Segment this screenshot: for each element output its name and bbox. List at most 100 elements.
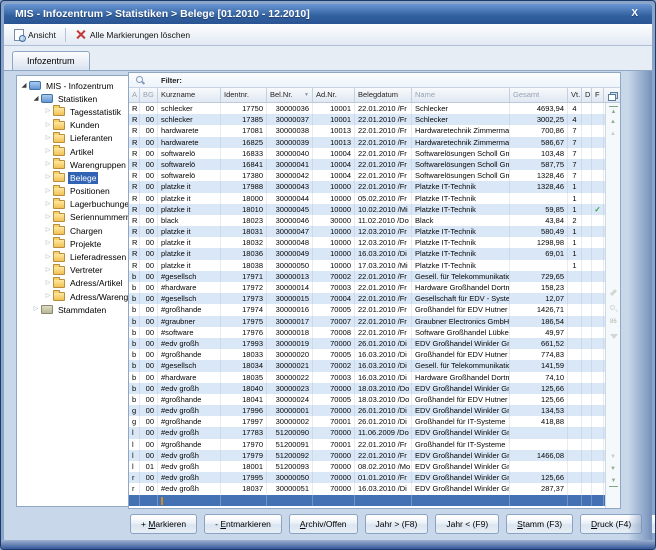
entmarkieren-button[interactable]: - Entmarkieren	[204, 514, 282, 534]
search-icon[interactable]	[610, 305, 615, 310]
collapsed-expander-icon[interactable]: ▷	[43, 277, 53, 290]
filter-funnel-icon[interactable]	[610, 334, 618, 339]
collapsed-expander-icon[interactable]: ▷	[43, 198, 53, 211]
column-header-a[interactable]: A	[129, 88, 140, 102]
table-row[interactable]: R00platzke it18036300000491000016.03.201…	[129, 248, 605, 259]
archiv-offen-button[interactable]: Archiv/Offen	[289, 514, 358, 534]
tree-item-projekte[interactable]: ▷Projekte	[17, 237, 128, 250]
tree-item-artikel[interactable]: ▷Artikel	[17, 145, 128, 158]
tree-item-belege[interactable]: ▷Belege	[17, 171, 128, 184]
collapsed-expander-icon[interactable]: ▷	[43, 132, 53, 145]
expanded-expander-icon[interactable]: ◢	[31, 92, 41, 105]
collapsed-expander-icon[interactable]: ▷	[43, 185, 53, 198]
tree-item-adress-artikel[interactable]: ▷Adress/Artikel	[17, 277, 128, 290]
markieren-button[interactable]: + Markieren	[130, 514, 197, 534]
druck-f4-button[interactable]: Druck (F4)	[580, 514, 642, 534]
tree-item-kunden[interactable]: ▷Kunden	[17, 119, 128, 132]
table-row[interactable]: R00platzke it18031300000471000012.03.201…	[129, 226, 605, 237]
column-chooser-button[interactable]	[604, 88, 620, 102]
collapsed-expander-icon[interactable]: ▷	[43, 211, 53, 224]
ansicht-button[interactable]: Ansicht	[9, 27, 61, 43]
table-row[interactable]: R00platzke it18032300000481000012.03.201…	[129, 237, 605, 248]
grid-scrollbar-rail[interactable]: ▲ ▲ ▲ 86 ▼ ▼ ▼	[605, 103, 620, 508]
table-row[interactable]: g00#edv großh17996300000017000026.01.201…	[129, 405, 605, 416]
table-row[interactable]: b00#gesellsch17971300000137000222.01.201…	[129, 271, 605, 282]
table-row[interactable]: R00black18023300000463000011.02.2010 /Do…	[129, 215, 605, 226]
table-row[interactable]: R00platzke it18000300000441000005.02.201…	[129, 193, 605, 204]
tree-item-statistiken[interactable]: ◢Statistiken	[17, 92, 128, 105]
table-row[interactable]: r00#edv großh18037300000517000016.03.201…	[129, 483, 605, 494]
collapsed-expander-icon[interactable]: ▷	[43, 119, 53, 132]
percent-icon[interactable]: 86	[610, 319, 617, 325]
collapsed-expander-icon[interactable]: ▷	[43, 224, 53, 237]
jahr-f8-button[interactable]: Jahr > (F8)	[365, 514, 429, 534]
collapsed-expander-icon[interactable]: ▷	[43, 264, 53, 277]
page-up-icon[interactable]: ▲	[606, 130, 620, 138]
table-row[interactable]: b00#edv großh17993300000197000026.01.201…	[129, 338, 605, 349]
table-row[interactable]: R00softwarelö16833300000401000422.01.201…	[129, 148, 605, 159]
table-row[interactable]: R00schlecker17385300000371000122.01.2010…	[129, 114, 605, 125]
collapsed-expander-icon[interactable]: ▷	[43, 158, 53, 171]
table-row[interactable]: l00#edv großh17979512000927000022.01.201…	[129, 450, 605, 461]
table-row[interactable]: R00platzke it18010300000451000010.02.201…	[129, 204, 605, 215]
column-header-d[interactable]: D	[582, 88, 592, 102]
collapsed-expander-icon[interactable]: ▷	[31, 303, 41, 316]
table-row[interactable]: b00#großhande18033300000207000516.03.201…	[129, 349, 605, 360]
tree-item-warengruppen[interactable]: ▷Warengruppen	[17, 158, 128, 171]
clear-markings-button[interactable]: Alle Markierungen löschen	[70, 27, 195, 42]
column-header-identnr[interactable]: Identnr.	[221, 88, 267, 102]
expanded-expander-icon[interactable]: ◢	[19, 79, 29, 92]
table-row[interactable]: l00#edv großh17783512000907000011.06.200…	[129, 427, 605, 438]
stamm-f3-button[interactable]: Stamm (F3)	[506, 514, 573, 534]
table-row[interactable]: R00platzke it17988300000431000022.01.201…	[129, 181, 605, 192]
table-row[interactable]: b00#gesellsch18034300000217000216.03.201…	[129, 360, 605, 371]
column-header-name[interactable]: Name	[412, 88, 510, 102]
table-row[interactable]: b00#gesellsch17973300000157000422.01.201…	[129, 293, 605, 304]
tab-infozentrum[interactable]: Infozentrum	[12, 51, 90, 70]
tree-item-vertreter[interactable]: ▷Vertreter	[17, 264, 128, 277]
collapsed-expander-icon[interactable]: ▷	[43, 171, 53, 184]
table-row[interactable]: R00platzke it18038300000501000017.03.201…	[129, 260, 605, 271]
scroll-up-icon[interactable]: ▲	[606, 118, 620, 126]
page-down-icon[interactable]: ▼	[606, 453, 620, 461]
table-row[interactable]: b00#edv großh18040300000237000018.03.201…	[129, 383, 605, 394]
tree-item-lieferanten[interactable]: ▷Lieferanten	[17, 132, 128, 145]
tree-item-mis-infozentrum[interactable]: ◢MIS - Infozentrum	[17, 79, 128, 92]
tree-item-positionen[interactable]: ▷Positionen	[17, 185, 128, 198]
selected-new-row[interactable]	[129, 495, 605, 506]
tree-item-chargen[interactable]: ▷Chargen	[17, 224, 128, 237]
jahr-f9-button[interactable]: Jahr < (F9)	[435, 514, 499, 534]
table-row[interactable]: R00softwarelö16841300000411000422.01.201…	[129, 159, 605, 170]
column-header-vt[interactable]: Vt.	[568, 88, 582, 102]
table-row[interactable]: r00#edv großh17995300000507000001.01.201…	[129, 472, 605, 483]
table-row[interactable]: g00#großhande17997300000027000126.01.201…	[129, 416, 605, 427]
column-header-gesamt[interactable]: Gesamt	[510, 88, 568, 102]
collapsed-expander-icon[interactable]: ▷	[43, 237, 53, 250]
table-row[interactable]: R00softwarelö17380300000421000422.01.201…	[129, 170, 605, 181]
table-row[interactable]: b00#großhande18041300000247000518.03.201…	[129, 394, 605, 405]
tree-item-lieferadressen[interactable]: ▷Lieferadressen	[17, 250, 128, 263]
collapsed-expander-icon[interactable]: ▷	[43, 105, 53, 118]
table-row[interactable]: b00#graubner17975300000177000722.01.2010…	[129, 316, 605, 327]
column-header-adnr[interactable]: Ad.Nr.	[313, 88, 355, 102]
column-header-kurzname[interactable]: Kurzname	[158, 88, 221, 102]
title-bar[interactable]: MIS - Infozentrum > Statistiken > Belege…	[4, 4, 652, 24]
table-row[interactable]: b00#hardware18035300000227000316.03.2010…	[129, 372, 605, 383]
table-row[interactable]: R00hardwarete16825300000391001322.01.201…	[129, 137, 605, 148]
tree-item-adress-warengruppen[interactable]: ▷Adress/Warengruppen	[17, 290, 128, 303]
table-row[interactable]: l00#großhande17970512000917000122.01.201…	[129, 439, 605, 450]
tree-item-tagesstatistik[interactable]: ▷Tagesstatistik	[17, 105, 128, 118]
table-row[interactable]: b00#großhande17974300000167000522.01.201…	[129, 304, 605, 315]
jump-to-top-icon[interactable]: ▲	[609, 106, 618, 116]
collapsed-expander-icon[interactable]: ▷	[43, 251, 53, 264]
column-header-belnr[interactable]: Bel.Nr.▼	[267, 88, 313, 102]
table-row[interactable]: l01#edv großh18001512000937000008.02.201…	[129, 461, 605, 472]
pencil-icon[interactable]	[610, 289, 617, 296]
column-header-belegdatum[interactable]: Belegdatum	[355, 88, 412, 102]
column-header-f[interactable]: F	[592, 88, 604, 102]
table-row[interactable]: R00hardwarete17081300000381001322.01.201…	[129, 125, 605, 136]
close-button[interactable]: X	[628, 4, 641, 24]
tree-item-seriennummern[interactable]: ▷Seriennummern	[17, 211, 128, 224]
collapsed-expander-icon[interactable]: ▷	[43, 145, 53, 158]
filter-row[interactable]: Filter:	[129, 73, 620, 88]
